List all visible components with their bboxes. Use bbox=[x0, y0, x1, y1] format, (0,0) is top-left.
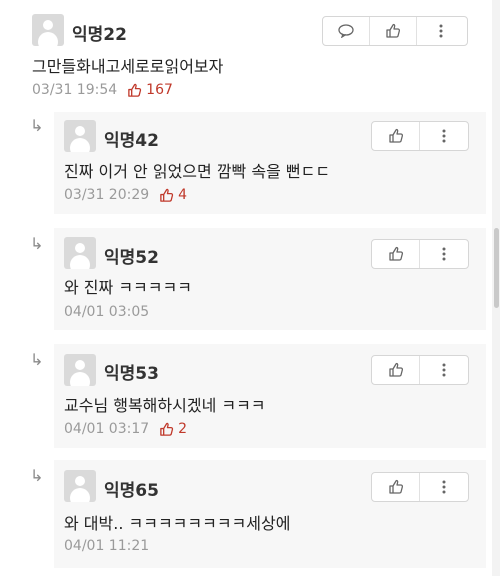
like-button[interactable] bbox=[372, 356, 419, 384]
like-button[interactable] bbox=[369, 17, 416, 45]
avatar bbox=[64, 354, 96, 386]
more-button[interactable] bbox=[416, 17, 465, 45]
reply-author: 익명53 bbox=[104, 364, 159, 384]
thumbs-up-icon bbox=[388, 362, 403, 377]
vertical-dots-icon bbox=[442, 129, 446, 143]
like-count: 2 bbox=[159, 421, 187, 437]
like-count-value: 2 bbox=[178, 421, 188, 437]
reply-time: 03/31 20:29 bbox=[64, 187, 150, 203]
reply-arrow-icon: ↳ bbox=[30, 234, 44, 253]
reply-actions bbox=[371, 472, 469, 502]
comment-author: 익명22 bbox=[72, 25, 127, 45]
reply-meta: 04/01 03:17 2 bbox=[64, 421, 187, 437]
thumbs-up-icon bbox=[388, 246, 403, 261]
reply-author: 익명65 bbox=[104, 481, 159, 501]
reply-arrow-icon: ↳ bbox=[30, 350, 44, 369]
like-count-value: 167 bbox=[146, 82, 173, 98]
comment-item: 익명22 그만들화내고세로로읽어보자 03/31 19:54 167 bbox=[0, 0, 492, 110]
thumbs-up-icon bbox=[388, 128, 403, 143]
like-count: 167 bbox=[127, 82, 173, 98]
thumbs-up-icon bbox=[160, 188, 174, 202]
reply-actions bbox=[371, 239, 469, 269]
reply-actions bbox=[371, 121, 469, 151]
reply-time: 04/01 03:17 bbox=[64, 421, 150, 437]
reply-time: 04/01 11:21 bbox=[64, 538, 150, 554]
vertical-dots-icon bbox=[442, 363, 446, 377]
vertical-dots-icon bbox=[439, 24, 443, 38]
reply-time: 04/01 03:05 bbox=[64, 304, 150, 320]
reply-item: 익명52 와 진짜 ㅋㅋㅋㅋㅋ 04/01 03:05 bbox=[54, 228, 486, 330]
comment-text: 그만들화내고세로로읽어보자 bbox=[32, 57, 224, 76]
reply-item: 익명53 교수님 행복해하시겠네 ㅋㅋㅋ 04/01 03:17 2 bbox=[54, 344, 486, 448]
reply-meta: 04/01 03:05 bbox=[64, 304, 149, 320]
avatar bbox=[64, 237, 96, 269]
avatar bbox=[64, 120, 96, 152]
speech-bubble-icon bbox=[338, 24, 354, 38]
thumbs-up-icon bbox=[388, 479, 403, 494]
more-button[interactable] bbox=[419, 356, 468, 384]
like-count-value: 4 bbox=[178, 187, 188, 203]
comment-actions bbox=[322, 16, 468, 46]
more-button[interactable] bbox=[419, 473, 468, 501]
thumbs-up-icon bbox=[128, 83, 142, 97]
avatar bbox=[32, 14, 64, 46]
reply-button[interactable] bbox=[323, 17, 369, 45]
reply-item: 익명42 진짜 이거 안 읽었으면 깜빡 속을 뻔ㄷㄷ 03/31 20:29 … bbox=[54, 112, 486, 214]
more-button[interactable] bbox=[419, 240, 468, 268]
thumbs-up-icon bbox=[160, 422, 174, 436]
more-button[interactable] bbox=[419, 122, 468, 150]
like-count: 4 bbox=[159, 187, 187, 203]
comment-meta: 03/31 19:54 167 bbox=[32, 82, 173, 98]
reply-actions bbox=[371, 355, 469, 385]
like-button[interactable] bbox=[372, 122, 419, 150]
like-button[interactable] bbox=[372, 240, 419, 268]
reply-author: 익명52 bbox=[104, 248, 159, 268]
avatar bbox=[64, 470, 96, 502]
reply-item: 익명65 와 대박.. ㅋㅋㅋㅋㅋㅋㅋㅋ세상에 04/01 11:21 bbox=[54, 460, 486, 568]
reply-text: 진짜 이거 안 읽었으면 깜빡 속을 뻔ㄷㄷ bbox=[64, 162, 331, 181]
vertical-dots-icon bbox=[442, 247, 446, 261]
reply-meta: 04/01 11:21 bbox=[64, 538, 149, 554]
reply-text: 와 대박.. ㅋㅋㅋㅋㅋㅋㅋㅋ세상에 bbox=[64, 514, 291, 533]
thumbs-up-icon bbox=[386, 23, 401, 38]
reply-text: 와 진짜 ㅋㅋㅋㅋㅋ bbox=[64, 278, 192, 297]
vertical-dots-icon bbox=[442, 480, 446, 494]
reply-arrow-icon: ↳ bbox=[30, 116, 44, 135]
reply-meta: 03/31 20:29 4 bbox=[64, 187, 187, 203]
like-button[interactable] bbox=[372, 473, 419, 501]
scrollbar[interactable] bbox=[492, 0, 500, 576]
scrollbar-thumb[interactable] bbox=[494, 228, 499, 308]
comment-time: 03/31 19:54 bbox=[32, 82, 118, 98]
reply-text: 교수님 행복해하시겠네 ㅋㅋㅋ bbox=[64, 396, 266, 415]
reply-arrow-icon: ↳ bbox=[30, 466, 44, 485]
reply-author: 익명42 bbox=[104, 131, 159, 151]
